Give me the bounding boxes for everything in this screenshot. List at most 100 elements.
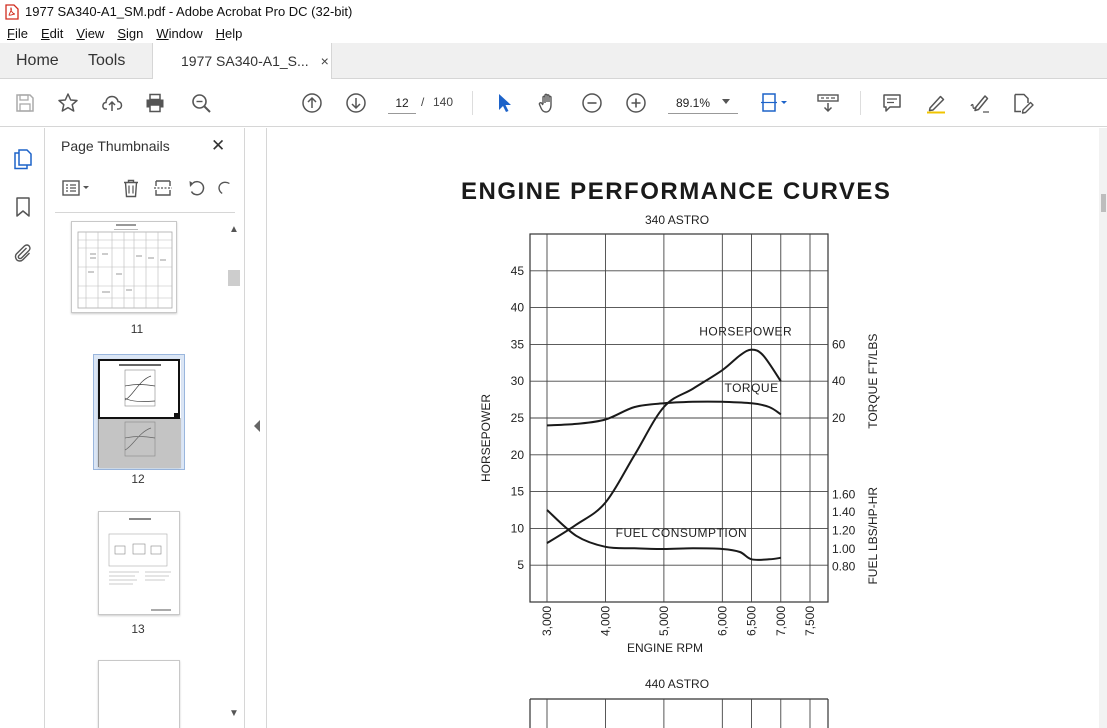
document-scrollbar[interactable] xyxy=(1099,128,1107,728)
thumbnail-label-11: 11 xyxy=(130,322,144,336)
rotate-counterclockwise-icon[interactable] xyxy=(185,176,209,200)
y-left-tick-label: 15 xyxy=(511,485,525,499)
page-fit-icon[interactable] xyxy=(758,91,788,115)
menu-edit[interactable]: Edit xyxy=(34,26,69,41)
hand-tool-icon[interactable] xyxy=(536,91,560,115)
tab-close-icon[interactable]: × xyxy=(321,53,329,69)
upload-cloud-icon[interactable] xyxy=(100,91,124,115)
delete-page-icon[interactable] xyxy=(119,176,143,200)
panel-title: Page Thumbnails xyxy=(61,138,170,154)
y-axis-label-right-fuel: FUEL LBS/HP-HR xyxy=(866,487,880,585)
x-tick-label: 5,000 xyxy=(657,606,671,636)
x-tick-label: 7,500 xyxy=(803,606,817,636)
extract-page-icon[interactable] xyxy=(151,176,175,200)
y-right-fuel-tick-label: 1.40 xyxy=(832,505,856,519)
x-tick-label: 3,000 xyxy=(540,606,554,636)
highlight-pen-icon[interactable] xyxy=(924,91,948,115)
x-tick-label: 7,000 xyxy=(774,606,788,636)
thumbnail-scrollbar[interactable]: ▲ ▼ xyxy=(227,224,241,724)
y-left-tick-label: 25 xyxy=(511,411,525,425)
title-bar: 1977 SA340-A1_SM.pdf - Adobe Acrobat Pro… xyxy=(0,0,1107,23)
y-left-tick-label: 20 xyxy=(511,448,525,462)
page-total: 140 xyxy=(433,95,454,109)
page-thumbnail-11[interactable] xyxy=(71,221,177,313)
panel-close-icon[interactable]: ✕ xyxy=(211,136,225,156)
thumbnail-options-icon[interactable] xyxy=(59,176,93,200)
y-right-fuel-tick-label: 1.00 xyxy=(832,542,856,556)
acrobat-window: 1977 SA340-A1_SM.pdf - Adobe Acrobat Pro… xyxy=(0,0,1107,728)
page-separator: / xyxy=(421,95,425,109)
x-tick-label: 4,000 xyxy=(598,606,612,636)
zoom-out-icon[interactable] xyxy=(580,91,604,115)
y-right-torque-tick-label: 60 xyxy=(832,337,846,351)
y-left-tick-label: 45 xyxy=(511,264,525,278)
thumbnail-viewport-box[interactable] xyxy=(98,359,180,419)
window-title: 1977 SA340-A1_SM.pdf - Adobe Acrobat Pro… xyxy=(25,4,353,19)
panel-toolbar xyxy=(55,176,240,202)
thumbnail-content-diagram xyxy=(108,518,171,611)
viewport-resize-handle[interactable] xyxy=(174,413,180,419)
select-cursor-icon[interactable] xyxy=(492,91,516,115)
y-right-torque-tick-label: 20 xyxy=(832,411,846,425)
zoom-dropdown-caret-icon[interactable] xyxy=(722,99,730,104)
y-left-tick-label: 10 xyxy=(511,521,525,535)
tab-document[interactable]: 1977 SA340-A1_S... × xyxy=(152,43,332,79)
thumbnail-label-12: 12 xyxy=(131,472,145,486)
y-left-tick-label: 5 xyxy=(517,558,524,572)
pdf-app-icon xyxy=(5,3,19,20)
collapse-panel-icon[interactable] xyxy=(254,420,260,432)
page-thumbnail-14[interactable] xyxy=(98,660,180,728)
page-thumbnails-icon[interactable] xyxy=(10,146,36,172)
page-thumbnails-panel: Page Thumbnails ✕ 11 12 13 ▲ ▼ xyxy=(45,128,245,728)
menu-view[interactable]: View xyxy=(69,26,110,41)
x-tick-label: 6,500 xyxy=(745,606,759,636)
tab-bar: Home Tools 1977 SA340-A1_S... × xyxy=(0,43,1107,79)
y-axis-label-right-torque: TORQUE FT/LBS xyxy=(866,334,880,429)
menu-sign[interactable]: Sign xyxy=(110,26,149,41)
toolbar-divider xyxy=(860,91,861,115)
page-number-input[interactable]: 12 xyxy=(388,92,416,114)
tab-document-label: 1977 SA340-A1_S... xyxy=(181,53,309,69)
engine-performance-chart: 45 40 35 30 25 20 15 10 5 60 40 20 1.60 1.40 1.20 1.00 0… xyxy=(479,233,880,728)
tab-tools[interactable]: Tools xyxy=(72,43,152,78)
attachment-icon[interactable] xyxy=(10,240,36,266)
rotate-clockwise-icon[interactable] xyxy=(215,176,233,200)
edit-pdf-icon[interactable] xyxy=(1011,91,1035,115)
zoom-in-icon[interactable] xyxy=(624,91,648,115)
y-left-tick-label: 30 xyxy=(511,374,525,388)
next-chart-subtitle: 440 ASTRO xyxy=(645,677,710,691)
star-icon[interactable] xyxy=(56,91,80,115)
menu-file[interactable]: File xyxy=(0,26,34,41)
print-icon[interactable] xyxy=(143,91,167,115)
page-thumbnail-13[interactable] xyxy=(98,511,180,615)
x-axis-label: ENGINE RPM xyxy=(627,641,703,655)
scroll-up-icon[interactable]: ▲ xyxy=(229,224,239,235)
series-label-horsepower: HORSEPOWER xyxy=(699,325,792,339)
tab-home[interactable]: Home xyxy=(0,43,72,78)
save-icon[interactable] xyxy=(13,91,37,115)
y-right-torque-tick-label: 40 xyxy=(832,374,846,388)
comment-icon[interactable] xyxy=(880,91,904,115)
thumbnail-label-13: 13 xyxy=(131,622,145,636)
fill-sign-icon[interactable] xyxy=(968,91,992,115)
y-right-fuel-tick-label: 0.80 xyxy=(832,560,856,574)
bookmark-icon[interactable] xyxy=(10,194,36,220)
main-toolbar: 12 / 140 89.1% xyxy=(0,79,1107,127)
y-right-fuel-tick-label: 1.20 xyxy=(832,524,856,538)
document-scroll-thumb[interactable] xyxy=(1101,194,1106,212)
menu-bar: File Edit View Sign Window Help xyxy=(0,23,1107,43)
panel-divider xyxy=(55,212,235,213)
menu-help[interactable]: Help xyxy=(209,26,249,41)
thumbnail-scroll-thumb[interactable] xyxy=(228,270,240,286)
document-view[interactable]: ENGINE PERFORMANCE CURVES 340 ASTRO 45 40… xyxy=(266,128,1099,728)
series-label-torque: TORQUE xyxy=(724,381,778,395)
scroll-down-icon[interactable]: ▼ xyxy=(229,708,239,719)
next-page-icon[interactable] xyxy=(344,91,368,115)
thumbnail-content-table xyxy=(77,224,173,309)
scroll-mode-icon[interactable] xyxy=(815,91,841,115)
zoom-search-icon[interactable] xyxy=(189,91,213,115)
menu-window[interactable]: Window xyxy=(149,26,208,41)
previous-page-icon[interactable] xyxy=(300,91,324,115)
y-left-tick-label: 40 xyxy=(511,301,525,315)
y-right-fuel-tick-label: 1.60 xyxy=(832,488,856,502)
